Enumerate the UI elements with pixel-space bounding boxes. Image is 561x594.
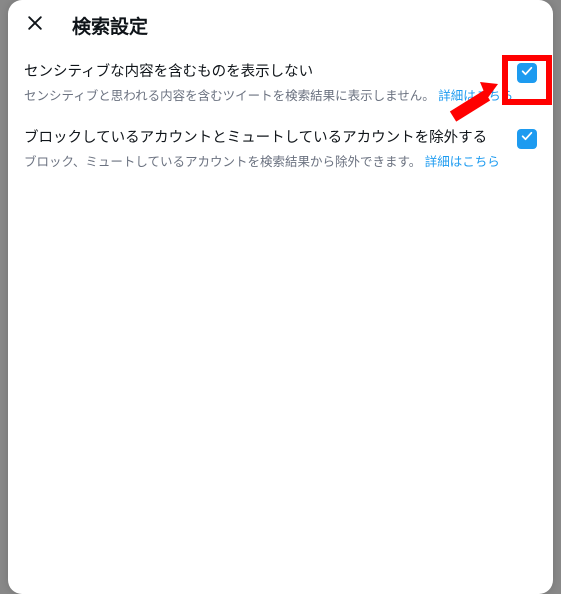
check-icon (520, 129, 534, 148)
checkbox-exclude-blocked[interactable] (517, 129, 537, 149)
close-icon (25, 13, 45, 38)
option-hide-sensitive: センシティブな内容を含むものを表示しない センシティブと思われる内容を含むツイー… (8, 50, 553, 116)
option-title: センシティブな内容を含むものを表示しない (24, 62, 517, 82)
option-exclude-blocked: ブロックしているアカウントとミュートしているアカウントを除外する ブロック、ミュ… (8, 116, 553, 182)
option-title: ブロックしているアカウントとミュートしているアカウントを除外する (24, 128, 517, 148)
check-icon (520, 64, 534, 83)
option-desc-text: センシティブと思われる内容を含むツイートを検索結果に表示しません。 (24, 89, 435, 103)
option-description: ブロック、ミュートしているアカウントを検索結果から除外できます。 詳細はこちら (24, 153, 537, 172)
checkbox-hide-sensitive[interactable] (517, 63, 537, 83)
search-settings-modal: 検索設定 センシティブな内容を含むものを表示しない センシティブと思われる内容を… (8, 0, 553, 594)
learn-more-link[interactable]: 詳細はこちら (438, 89, 513, 103)
option-desc-text: ブロック、ミュートしているアカウントを検索結果から除外できます。 (24, 155, 421, 169)
modal-title: 検索設定 (72, 12, 148, 39)
option-description: センシティブと思われる内容を含むツイートを検索結果に表示しません。 詳細はこちら (24, 87, 537, 106)
modal-header: 検索設定 (8, 0, 553, 50)
learn-more-link[interactable]: 詳細はこちら (425, 155, 500, 169)
close-button[interactable] (18, 8, 52, 42)
